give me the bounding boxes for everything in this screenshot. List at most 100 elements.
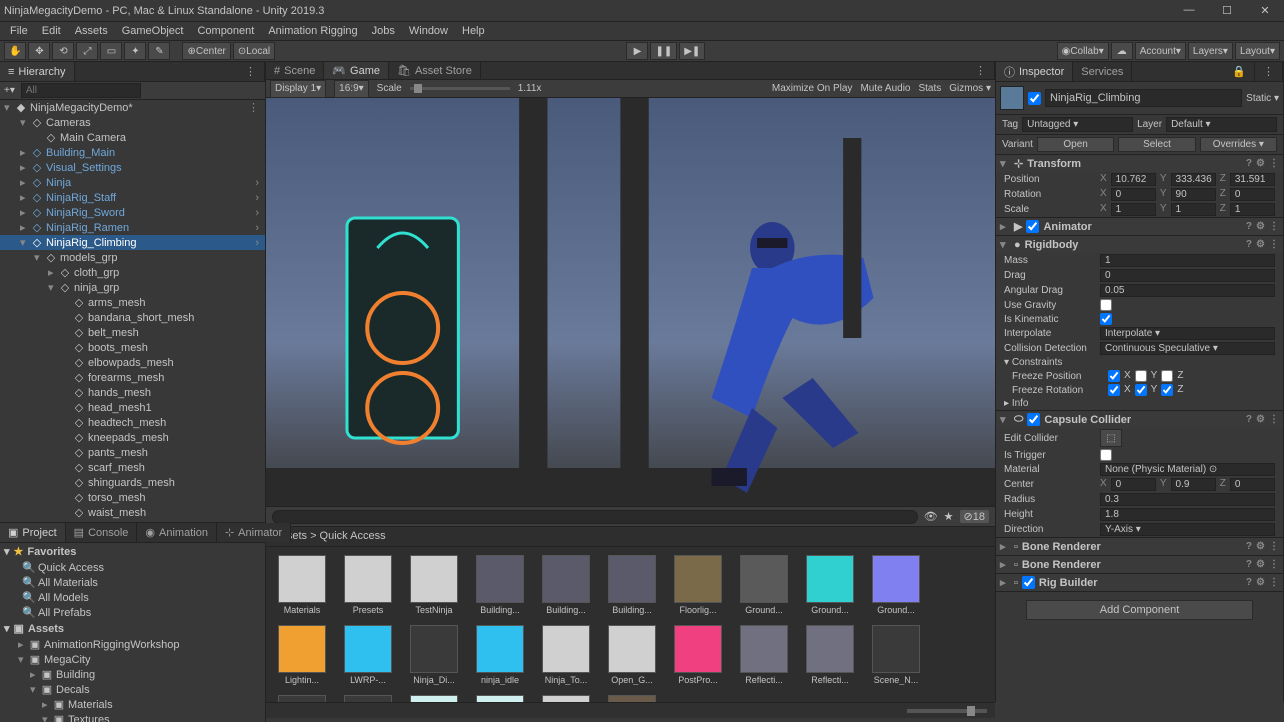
rot-y-input[interactable]: 90 bbox=[1171, 188, 1216, 201]
hand-tool-icon[interactable]: ✋ bbox=[4, 42, 26, 60]
folder-item[interactable]: ▸▣Building bbox=[0, 667, 265, 682]
center-x[interactable]: 0 bbox=[1111, 478, 1156, 491]
lock-icon[interactable]: 🔒 bbox=[1224, 62, 1255, 81]
scene-row[interactable]: ▾◆NinjaMegacityDemo*⋮ bbox=[0, 100, 265, 115]
menu-gameobject[interactable]: GameObject bbox=[116, 24, 190, 38]
hierarchy-item[interactable]: ◇arms_mesh bbox=[0, 295, 265, 310]
panel-menu-icon[interactable]: ⋮ bbox=[237, 62, 265, 81]
tab-game[interactable]: 🎮 Game bbox=[324, 62, 389, 79]
select-prefab-button[interactable]: Select bbox=[1118, 137, 1195, 152]
asset-item[interactable]: Presets bbox=[340, 555, 396, 615]
asset-item[interactable]: Building... bbox=[604, 555, 660, 615]
object-name-input[interactable] bbox=[1045, 89, 1242, 107]
move-tool-icon[interactable]: ✥ bbox=[28, 42, 50, 60]
physmat-field[interactable]: None (Physic Material) ⊙ bbox=[1100, 463, 1275, 476]
preset-icon[interactable]: ⚙ bbox=[1256, 158, 1265, 169]
thumbnail-size-slider[interactable] bbox=[907, 709, 987, 713]
panel-menu-icon[interactable]: ⋮ bbox=[967, 62, 995, 79]
hierarchy-item[interactable]: ◇elbowpads_mesh bbox=[0, 355, 265, 370]
tab-console[interactable]: ▤ Console bbox=[66, 523, 138, 542]
transform-header[interactable]: ▾⊹ Transform?⚙⋮ bbox=[996, 155, 1283, 172]
kinematic-checkbox[interactable] bbox=[1100, 313, 1112, 325]
asset-item[interactable]: TwistC... bbox=[340, 695, 396, 702]
hierarchy-item[interactable]: ◇forearms_mesh bbox=[0, 370, 265, 385]
rotate-tool-icon[interactable]: ⟲ bbox=[52, 42, 74, 60]
pivot-center-button[interactable]: ⊕Center bbox=[182, 42, 230, 60]
overrides-button[interactable]: Overrides ▾ bbox=[1200, 137, 1277, 152]
maximize-icon[interactable]: ☐ bbox=[1212, 4, 1242, 17]
asset-item[interactable]: Ground... bbox=[736, 555, 792, 615]
static-toggle[interactable]: Static ▾ bbox=[1246, 93, 1279, 104]
asset-item[interactable]: TwistC... bbox=[406, 695, 462, 702]
menu-window[interactable]: Window bbox=[403, 24, 454, 38]
stats-button[interactable]: Stats bbox=[918, 83, 941, 94]
asset-item[interactable]: Scene_N... bbox=[868, 625, 924, 685]
hierarchy-item[interactable]: ◇scarf_mesh bbox=[0, 460, 265, 475]
asset-item[interactable]: TwistC... bbox=[472, 695, 528, 702]
close-icon[interactable]: ✕ bbox=[1250, 4, 1280, 17]
rigidbody-header[interactable]: ▾● Rigidbody?⚙⋮ bbox=[996, 236, 1283, 253]
pos-z-input[interactable]: 31.591 bbox=[1230, 173, 1275, 186]
freeze-rot-y[interactable] bbox=[1135, 384, 1147, 396]
layer-dropdown[interactable]: Default ▾ bbox=[1166, 117, 1277, 132]
favorite-filter-icon[interactable]: ★ bbox=[944, 510, 954, 523]
asset-item[interactable]: Ground... bbox=[868, 555, 924, 615]
asset-item[interactable]: Building... bbox=[538, 555, 594, 615]
rig-builder[interactable]: ▸▫ Rig Builder?⚙⋮ bbox=[996, 574, 1283, 591]
hierarchy-item[interactable]: ◇hands_mesh bbox=[0, 385, 265, 400]
folder-item[interactable]: ▾▣Textures bbox=[0, 712, 265, 722]
asset-item[interactable]: ninja_idle bbox=[472, 625, 528, 685]
create-dropdown[interactable]: +▾ bbox=[4, 85, 15, 96]
hierarchy-item[interactable]: ▸◇cloth_grp bbox=[0, 265, 265, 280]
breadcrumb[interactable]: Assets > Quick Access bbox=[266, 527, 995, 547]
hierarchy-item[interactable]: ▸◇Visual_Settings bbox=[0, 160, 265, 175]
asset-item[interactable]: Ground... bbox=[802, 555, 858, 615]
hidden-count-badge[interactable]: ⊘18 bbox=[960, 510, 989, 523]
menu-file[interactable]: File bbox=[4, 24, 34, 38]
height-input[interactable]: 1.8 bbox=[1100, 508, 1275, 521]
pause-button[interactable]: ❚❚ bbox=[650, 42, 677, 60]
play-button[interactable]: ▶ bbox=[626, 42, 648, 60]
bone-renderer-1[interactable]: ▸▫ Bone Renderer?⚙⋮ bbox=[996, 538, 1283, 555]
aspect-dropdown[interactable]: 16:9 ▾ bbox=[334, 80, 369, 98]
tab-services[interactable]: Services bbox=[1073, 62, 1132, 81]
tab-project[interactable]: ▣ Project bbox=[0, 523, 66, 542]
rot-x-input[interactable]: 0 bbox=[1111, 188, 1156, 201]
mute-audio[interactable]: Mute Audio bbox=[860, 83, 910, 94]
freeze-rot-z[interactable] bbox=[1161, 384, 1173, 396]
interpolate-dropdown[interactable]: Interpolate ▾ bbox=[1100, 327, 1275, 340]
rig-enable[interactable] bbox=[1022, 576, 1035, 589]
cloud-icon[interactable]: ☁ bbox=[1111, 42, 1133, 60]
custom-tool-icon[interactable]: ✎ bbox=[148, 42, 170, 60]
direction-dropdown[interactable]: Y-Axis ▾ bbox=[1100, 523, 1275, 536]
hierarchy-item[interactable]: ▾◇models_grp bbox=[0, 250, 265, 265]
hierarchy-item[interactable]: ▸◇NinjaRig_Ramen› bbox=[0, 220, 265, 235]
add-component-button[interactable]: Add Component bbox=[1026, 600, 1253, 620]
tab-animation[interactable]: ◉ Animation bbox=[137, 523, 217, 542]
hierarchy-item[interactable]: ◇kneepads_mesh bbox=[0, 430, 265, 445]
mass-input[interactable]: 1 bbox=[1100, 254, 1275, 267]
gameobject-icon[interactable] bbox=[1000, 86, 1024, 110]
account-button[interactable]: Account ▾ bbox=[1135, 42, 1186, 60]
radius-input[interactable]: 0.3 bbox=[1100, 493, 1275, 506]
transform-tool-icon[interactable]: ✦ bbox=[124, 42, 146, 60]
rot-z-input[interactable]: 0 bbox=[1230, 188, 1275, 201]
tab-scene[interactable]: # Scene bbox=[266, 62, 324, 79]
asset-item[interactable]: TwistCh... bbox=[274, 695, 330, 702]
menu-jobs[interactable]: Jobs bbox=[366, 24, 401, 38]
minimize-icon[interactable]: — bbox=[1174, 4, 1204, 17]
favorite-item[interactable]: 🔍All Prefabs bbox=[0, 605, 265, 620]
asset-item[interactable]: Building... bbox=[472, 555, 528, 615]
gravity-checkbox[interactable] bbox=[1100, 299, 1112, 311]
menu-animation-rigging[interactable]: Animation Rigging bbox=[262, 24, 363, 38]
freeze-rot-x[interactable] bbox=[1108, 384, 1120, 396]
edit-collider-button[interactable]: ⬚ bbox=[1100, 429, 1122, 447]
folder-item[interactable]: ▾▣MegaCity bbox=[0, 652, 265, 667]
favorites-header[interactable]: ▾★Favorites bbox=[0, 543, 265, 560]
project-search-input[interactable] bbox=[272, 510, 918, 524]
center-z[interactable]: 0 bbox=[1230, 478, 1275, 491]
asset-item[interactable]: Lightin... bbox=[274, 625, 330, 685]
display-dropdown[interactable]: Display 1 ▾ bbox=[270, 80, 326, 98]
tab-hierarchy[interactable]: ≡ Hierarchy bbox=[0, 62, 75, 81]
hierarchy-item[interactable]: ◇Main Camera bbox=[0, 130, 265, 145]
